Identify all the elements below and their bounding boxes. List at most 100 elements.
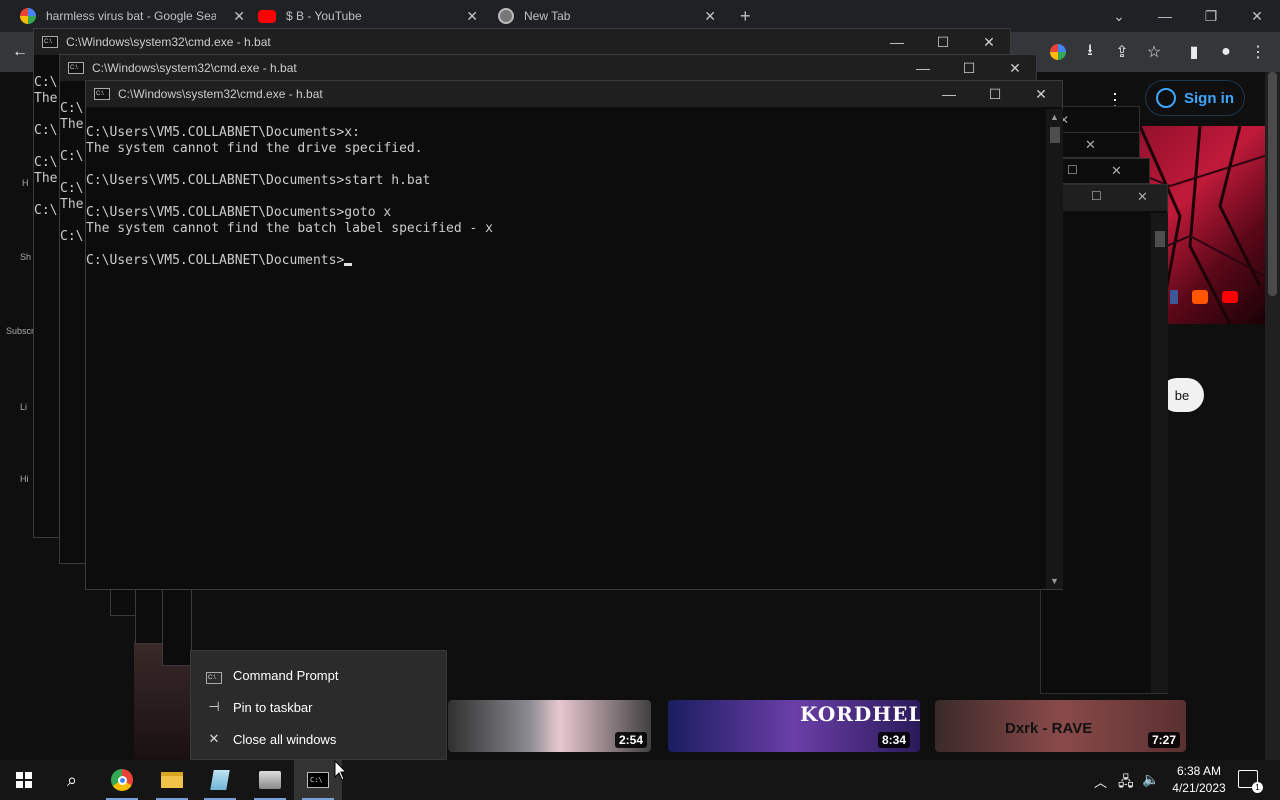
minimize-icon[interactable]: — [874, 29, 920, 55]
video-duration: 7:27 [1147, 732, 1180, 748]
cmd-titlebar[interactable]: C:\ C:\Windows\system32\cmd.exe - h.bat [60, 55, 1036, 81]
network-icon[interactable]: 🖧 [1118, 771, 1134, 795]
minimize-icon[interactable]: — [1142, 2, 1188, 30]
video-duration: 2:54 [614, 732, 647, 748]
mouse-pointer-icon [334, 760, 346, 781]
notification-count-badge: 1 [1252, 782, 1263, 793]
show-hidden-icons-chevron-icon[interactable]: ︿ [1094, 772, 1107, 791]
tab-title: $ B - YouTube [286, 9, 362, 23]
chrome-menu-icon[interactable]: ⋮ [1246, 40, 1270, 64]
cmd-window-front[interactable]: C:\ C:\Windows\system32\cmd.exe - h.bat … [85, 80, 1063, 590]
close-icon[interactable]: ✕ [966, 29, 1012, 55]
back-arrow-icon[interactable]: ← [8, 40, 32, 64]
tab-title: New Tab [524, 9, 571, 23]
download-icon[interactable]: ⭳ [1078, 40, 1102, 64]
sidebar-label-subscriptions[interactable]: Subscr [6, 326, 34, 336]
control-panel-icon[interactable] [246, 760, 294, 800]
scroll-down-arrow-icon[interactable]: ▼ [1046, 573, 1063, 589]
jumplist-close-all-windows[interactable]: ✕ Close all windows [191, 723, 448, 755]
youtube-link-icon[interactable] [1222, 291, 1238, 303]
maximize-icon[interactable]: ☐ [920, 29, 966, 55]
profile-icon[interactable]: ● [1214, 40, 1238, 64]
close-icon: ✕ [208, 731, 220, 746]
account-icon [1156, 88, 1176, 108]
close-tab-icon[interactable]: ✕ [704, 8, 716, 25]
sidebar-label-library[interactable]: Li [20, 402, 27, 412]
youtube-icon [258, 9, 276, 23]
bookmark-star-icon[interactable]: ☆ [1142, 40, 1166, 64]
volume-icon[interactable]: 🔈 [1142, 771, 1159, 788]
close-icon[interactable]: ✕ [1085, 137, 1096, 153]
jumplist-label: Command Prompt [233, 667, 339, 683]
chrome-icon [498, 8, 514, 24]
video-thumbnail[interactable]: Dxrk - RAVE 7:27 [935, 700, 1186, 752]
cmd-icon: C:\ [42, 36, 58, 48]
cmd-icon: C:\ [205, 667, 223, 684]
youtube-signin-button[interactable]: Sign in [1145, 80, 1245, 116]
browser-scrollbar[interactable] [1265, 72, 1280, 760]
file-explorer-icon[interactable] [148, 760, 196, 800]
cmd-output: C:\ The C:\ C:\ The C:\ [34, 75, 58, 218]
tab-search-icon[interactable]: ⌄ [1096, 2, 1142, 30]
minimize-icon[interactable]: — [900, 55, 946, 81]
cmd-title: C:\Windows\system32\cmd.exe - h.bat [92, 61, 297, 75]
side-panel-icon[interactable]: ▮ [1182, 40, 1206, 64]
restore-icon[interactable]: ❐ [1188, 2, 1234, 30]
notepad-icon[interactable] [196, 760, 244, 800]
text-cursor [344, 263, 353, 266]
signin-label: Sign in [1184, 89, 1234, 107]
maximize-icon[interactable]: ☐ [972, 81, 1018, 107]
minimize-icon[interactable]: — [926, 81, 972, 107]
jumplist-pin-to-taskbar[interactable]: ⊣ Pin to taskbar [191, 691, 448, 723]
maximize-icon[interactable]: ☐ [1067, 163, 1078, 177]
cmd-icon: C:\ [68, 62, 84, 74]
close-icon[interactable]: ✕ [1018, 81, 1064, 107]
scroll-up-arrow-icon[interactable]: ▲ [1046, 109, 1063, 125]
windows-taskbar: ⌕ C:\ ︿ 🖧 🔈 6:38 AM 4/21/2023 1 [0, 760, 1280, 800]
tab-title: harmless virus bat - Google Sear [46, 9, 216, 23]
cmd-title: C:\Windows\system32\cmd.exe - h.bat [66, 35, 271, 49]
jumplist-label: Pin to taskbar [233, 699, 313, 715]
social-link-icon[interactable] [1170, 290, 1178, 304]
share-icon[interactable]: ⇪ [1110, 40, 1134, 64]
close-icon[interactable]: ✕ [1137, 189, 1148, 205]
maximize-icon[interactable]: ☐ [946, 55, 992, 81]
search-icon[interactable]: ⌕ [48, 760, 96, 800]
cmd-icon: C:\ [94, 88, 110, 100]
google-icon [20, 8, 36, 24]
cmd-scrollbar[interactable]: ▲ ▼ [1046, 109, 1063, 589]
close-tab-icon[interactable]: ✕ [466, 8, 478, 25]
close-window-icon[interactable]: ✕ [1234, 2, 1280, 30]
maximize-icon[interactable]: ☐ [1091, 189, 1102, 203]
close-icon[interactable]: ✕ [1111, 163, 1122, 179]
video-thumbnail[interactable]: 2:54 [448, 700, 651, 752]
jumplist-label: Close all windows [233, 731, 337, 747]
cmd-output[interactable]: C:\Users\VM5.COLLABNET\Documents>x: The … [86, 109, 493, 269]
soundcloud-icon[interactable] [1192, 290, 1208, 304]
scrollbar-thumb[interactable] [1268, 72, 1277, 296]
sidebar-label-shorts[interactable]: Sh [20, 252, 31, 262]
windows-start-icon[interactable] [0, 760, 48, 800]
notification-center-icon[interactable]: 1 [1238, 770, 1263, 793]
close-icon[interactable]: ✕ [992, 55, 1038, 81]
close-tab-icon[interactable]: ✕ [233, 8, 245, 25]
thumbnail-art-text: KORDHELL [800, 702, 920, 726]
cmd-scrollbar[interactable] [1151, 213, 1168, 693]
video-duration: 8:34 [877, 732, 910, 748]
taskbar-jump-list: C:\ Command Prompt ⊣ Pin to taskbar ✕ Cl… [190, 650, 447, 760]
cmd-output: C:\ The C:\ C:\ The C:\ [60, 101, 84, 244]
jumplist-command-prompt[interactable]: C:\ Command Prompt [191, 659, 448, 691]
sidebar-label-home[interactable]: H [22, 178, 29, 188]
video-thumbnail[interactable]: KORDHELL 8:34 [668, 700, 920, 752]
system-clock[interactable]: 6:38 AM 4/21/2023 [1164, 760, 1234, 800]
clock-time: 6:38 AM [1176, 764, 1222, 778]
cmd-title: C:\Windows\system32\cmd.exe - h.bat [118, 87, 323, 101]
sidebar-label-history[interactable]: Hi [20, 474, 29, 484]
google-lens-icon[interactable] [1046, 40, 1070, 64]
cmd-titlebar[interactable]: C:\ C:\Windows\system32\cmd.exe - h.bat [86, 81, 1062, 107]
clock-date: 4/21/2023 [1172, 781, 1226, 795]
chrome-taskbar-icon[interactable] [98, 760, 146, 800]
thumbnail-art-text: Dxrk - RAVE [1005, 720, 1093, 737]
cmd-titlebar[interactable]: C:\ C:\Windows\system32\cmd.exe - h.bat [34, 29, 1010, 55]
scrollbar-thumb[interactable] [1050, 127, 1060, 143]
